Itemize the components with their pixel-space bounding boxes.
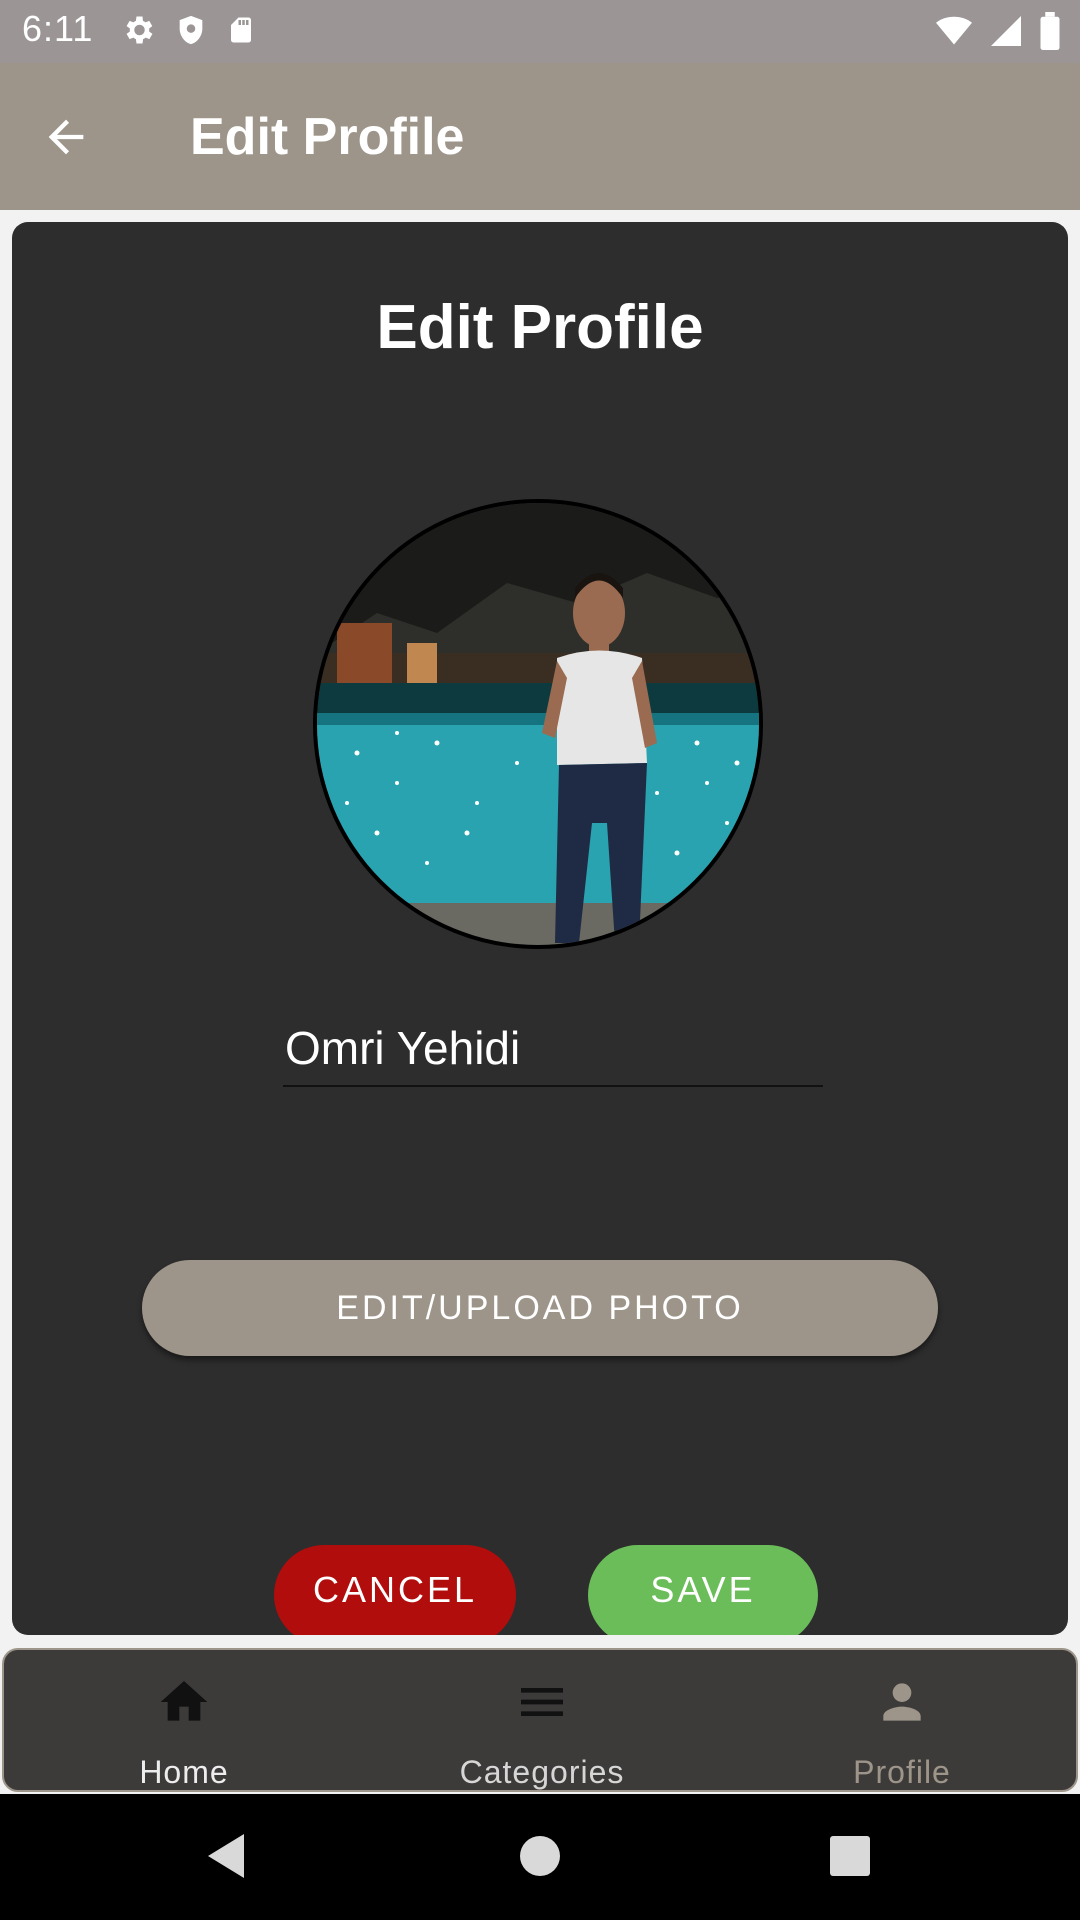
- sd-card-icon: [231, 17, 251, 43]
- menu-icon: [521, 1688, 563, 1716]
- nav-label-home: Home: [139, 1754, 229, 1790]
- card-title: Edit Profile: [376, 293, 704, 362]
- wifi-icon: [936, 16, 972, 45]
- app-bar-title: Edit Profile: [190, 108, 465, 166]
- edit-profile-card: Edit Profile Omri Yehidi EDIT/UPLOAD PHO…: [12, 222, 1068, 1635]
- app-bar: Edit Profile: [0, 63, 1080, 210]
- gear-icon: [126, 16, 153, 44]
- nav-label-categories: Categories: [459, 1754, 625, 1790]
- nav-item-profile[interactable]: Profile: [752, 1650, 1052, 1790]
- shield-icon: [179, 15, 203, 45]
- nav-item-categories[interactable]: Categories: [392, 1650, 692, 1790]
- profile-photo-image: [317, 503, 759, 945]
- status-time: 6:11: [22, 8, 94, 49]
- nav-item-home[interactable]: Home: [34, 1650, 334, 1790]
- status-icons-left: [120, 12, 256, 48]
- name-input-value: Omri Yehidi: [285, 1022, 521, 1074]
- back-button[interactable]: [40, 111, 100, 163]
- recents-square-icon[interactable]: [828, 1830, 872, 1882]
- status-bar: 6:11: [0, 0, 1080, 63]
- back-triangle-icon[interactable]: [204, 1830, 248, 1882]
- signal-icon: [991, 16, 1021, 46]
- status-icons-right: [934, 12, 1062, 50]
- profile-photo: [313, 499, 763, 949]
- system-navigation-bar: [0, 1794, 1080, 1920]
- edit-upload-photo-button[interactable]: EDIT/UPLOAD PHOTO: [142, 1260, 938, 1356]
- person-icon: [883, 1683, 921, 1721]
- arrow-back-icon: [48, 119, 84, 155]
- nav-label-profile: Profile: [853, 1754, 951, 1790]
- name-input[interactable]: Omri Yehidi: [283, 1017, 823, 1087]
- save-button[interactable]: SAVE: [588, 1545, 818, 1635]
- bottom-navigation: Home Categories Profile: [2, 1648, 1078, 1792]
- home-icon: [160, 1681, 208, 1721]
- home-circle-icon[interactable]: [518, 1830, 562, 1882]
- cancel-button[interactable]: CANCEL: [274, 1545, 516, 1635]
- battery-icon: [1040, 12, 1060, 50]
